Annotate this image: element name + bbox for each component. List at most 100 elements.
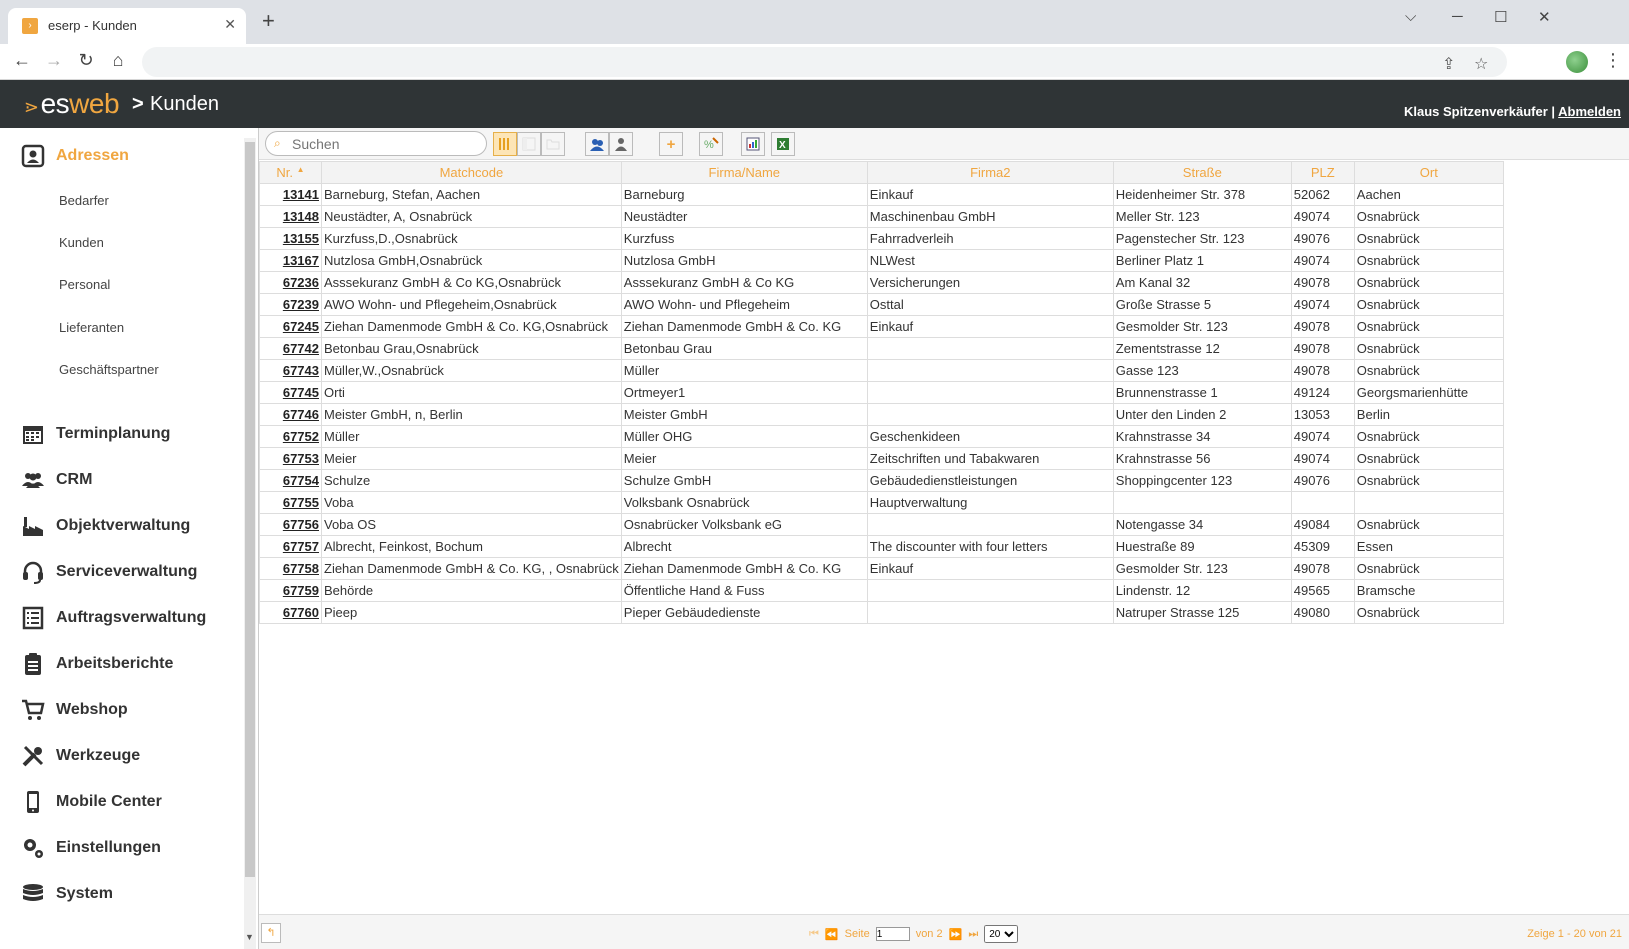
new-tab-button[interactable]: + [262,10,275,32]
cell-nr[interactable]: 67742 [259,337,322,360]
share-icon[interactable]: ⇪ [1442,54,1455,74]
cell-nr[interactable]: 67239 [259,293,322,316]
maximize-button[interactable]: ☐ [1494,8,1507,26]
cell-nr[interactable]: 13167 [259,249,322,272]
bookmark-star-icon[interactable]: ☆ [1474,54,1488,74]
sidebar-section-auftragsverwaltung[interactable]: Auftragsverwaltung [20,604,206,632]
browser-tab[interactable]: › eserp - Kunden ✕ [8,8,246,44]
cell-nr[interactable]: 67236 [259,271,322,294]
cell-nr[interactable]: 67759 [259,579,322,602]
next-page-icon[interactable]: ⏩ [949,928,963,941]
cell-nr[interactable]: 67743 [259,359,322,382]
sidebar-section-werkzeuge[interactable]: Werkzeuge [20,742,140,770]
column-header-plz[interactable]: PLZ [1290,161,1355,184]
sidebar-item-bedarfer[interactable]: Bedarfer [59,193,109,208]
column-header-firma2[interactable]: Firma2 [866,161,1114,184]
column-header-strasse[interactable]: Straße [1112,161,1292,184]
table-row[interactable]: 67760 Pieep Pieper Gebäudedienste Natruper … [259,601,1504,624]
cell-nr[interactable]: 13155 [259,227,322,250]
home-button[interactable]: ⌂ [106,50,130,71]
back-icon[interactable]: ↰ [261,923,281,943]
table-row[interactable]: 13155 Kurzfuss,D.,Osnabrück Kurzfuss Fahrra… [259,227,1504,250]
page-number-input[interactable] [875,927,910,941]
sidebar-section-system[interactable]: System [20,880,113,908]
sidebar-section-objektverwaltung[interactable]: Objektverwaltung [20,512,190,540]
table-row[interactable]: 67754 Schulze Schulze GmbH Gebäudedienstlei… [259,469,1504,492]
esweb-logo[interactable]: ⋗esweb [24,88,120,120]
table-row[interactable]: 13167 Nutzlosa GmbH,Osnabrück Nutzlosa Gmb… [259,249,1504,272]
folder-view-button[interactable] [541,132,565,156]
tab-close-icon[interactable]: ✕ [224,16,236,33]
table-row[interactable]: 67743 Müller,W.,Osnabrück Müller Gasse 123 4… [259,359,1504,382]
add-button[interactable]: + [659,132,683,156]
sidebar-item-geschaeftspartner[interactable]: Geschäftspartner [59,362,159,377]
cell-nr[interactable]: 67754 [259,469,322,492]
profile-avatar[interactable] [1566,51,1588,73]
sidebar-section-adressen[interactable]: Adressen [20,142,129,170]
sidebar-section-serviceverwaltung[interactable]: Serviceverwaltung [20,558,197,586]
cell-nr[interactable]: 67757 [259,535,322,558]
table-row[interactable]: 67236 Asssekuranz GmbH & Co KG,Osnabrück A… [259,271,1504,294]
reload-button[interactable]: ↻ [74,50,98,71]
logout-link[interactable]: Abmelden [1558,104,1621,119]
cell-nr[interactable]: 67760 [259,601,322,624]
first-page-icon[interactable]: ⏮ [809,928,819,941]
percent-edit-button[interactable]: % [699,132,723,156]
search-input[interactable] [292,134,480,153]
sidebar-item-lieferanten[interactable]: Lieferanten [59,320,124,335]
cell-nr[interactable]: 67755 [259,491,322,514]
table-row[interactable]: 67756 Voba OS Osnabrücker Volksbank eG Note… [259,513,1504,536]
table-row[interactable]: 67245 Ziehan Damenmode GmbH & Co. KG,Osna… [259,315,1504,338]
column-header-ort[interactable]: Ort [1353,161,1504,184]
contact-person-button[interactable] [609,132,633,156]
table-row[interactable]: 13141 Barneburg, Stefan, Aachen Barneburg E… [259,183,1504,206]
table-row[interactable]: 67753 Meier Meier Zeitschriften und Tabakwa… [259,447,1504,470]
cell-nr[interactable]: 67745 [259,381,322,404]
table-row[interactable]: 67745 Orti Ortmeyer1 Brunnenstrasse 1 49124 G… [259,381,1504,404]
table-row[interactable]: 67746 Meister GmbH, n, Berlin Meister GmbH… [259,403,1504,426]
detail-view-button[interactable] [517,132,541,156]
cell-nr[interactable]: 67746 [259,403,322,426]
report-button[interactable] [741,132,765,156]
table-row[interactable]: 67752 Müller Müller OHG Geschenkideen Krahns… [259,425,1504,448]
search-box[interactable]: ⌕ [265,131,487,156]
table-row[interactable]: 67759 Behörde Öffentliche Hand & Fuss Linde… [259,579,1504,602]
sidebar-item-personal[interactable]: Personal [59,277,110,292]
table-row[interactable]: 13148 Neustädter, A, Osnabrück Neustädter M… [259,205,1504,228]
grid-view-button[interactable] [493,132,517,156]
sidebar-item-kunden[interactable]: Kunden [59,235,104,250]
table-row[interactable]: 67239 AWO Wohn- und Pflegeheim,Osnabrück A… [259,293,1504,316]
close-window-button[interactable]: ✕ [1538,8,1551,26]
cell-nr[interactable]: 13141 [259,183,322,206]
browser-menu-icon[interactable]: ⋮ [1604,50,1622,71]
cell-nr[interactable]: 67756 [259,513,322,536]
sidebar-section-terminplanung[interactable]: Terminplanung [20,420,170,448]
table-row[interactable]: 67757 Albrecht, Feinkost, Bochum Albrecht T… [259,535,1504,558]
cell-nr[interactable]: 13148 [259,205,322,228]
column-header-matchcode[interactable]: Matchcode [321,161,622,184]
scroll-down-icon[interactable]: ▼ [245,932,254,942]
table-row[interactable]: 67755 Voba Volksbank Osnabrück Hauptverwalt… [259,491,1504,514]
prev-page-icon[interactable]: ⏪ [825,928,839,941]
column-header-firma-name[interactable]: Firma/Name [620,161,868,184]
table-row[interactable]: 67758 Ziehan Damenmode GmbH & Co. KG, , O… [259,557,1504,580]
sidebar-section-arbeitsberichte[interactable]: Arbeitsberichte [20,650,173,678]
sidebar-section-einstellungen[interactable]: Einstellungen [20,834,161,862]
sidebar-section-webshop[interactable]: Webshop [20,696,128,724]
cell-nr[interactable]: 67752 [259,425,322,448]
sidebar-section-crm[interactable]: CRM [20,466,92,494]
forward-button[interactable]: → [42,50,66,71]
page-size-select[interactable]: 20 [984,925,1019,943]
excel-export-button[interactable]: X [771,132,795,156]
last-page-icon[interactable]: ⏭ [968,928,978,941]
sidebar-scrollbar-thumb[interactable] [245,142,255,877]
tab-search-icon[interactable]: ⌵ [1405,8,1416,25]
cell-nr[interactable]: 67753 [259,447,322,470]
cell-nr[interactable]: 67245 [259,315,322,338]
cell-nr[interactable]: 67758 [259,557,322,580]
customer-group-button[interactable] [585,132,609,156]
back-button[interactable]: ← [10,50,34,71]
column-header-nr[interactable]: Nr. ▲ [259,161,322,184]
sidebar-section-mobile-center[interactable]: Mobile Center [20,788,162,816]
address-bar[interactable]: ⇪ ☆ [142,47,1507,77]
